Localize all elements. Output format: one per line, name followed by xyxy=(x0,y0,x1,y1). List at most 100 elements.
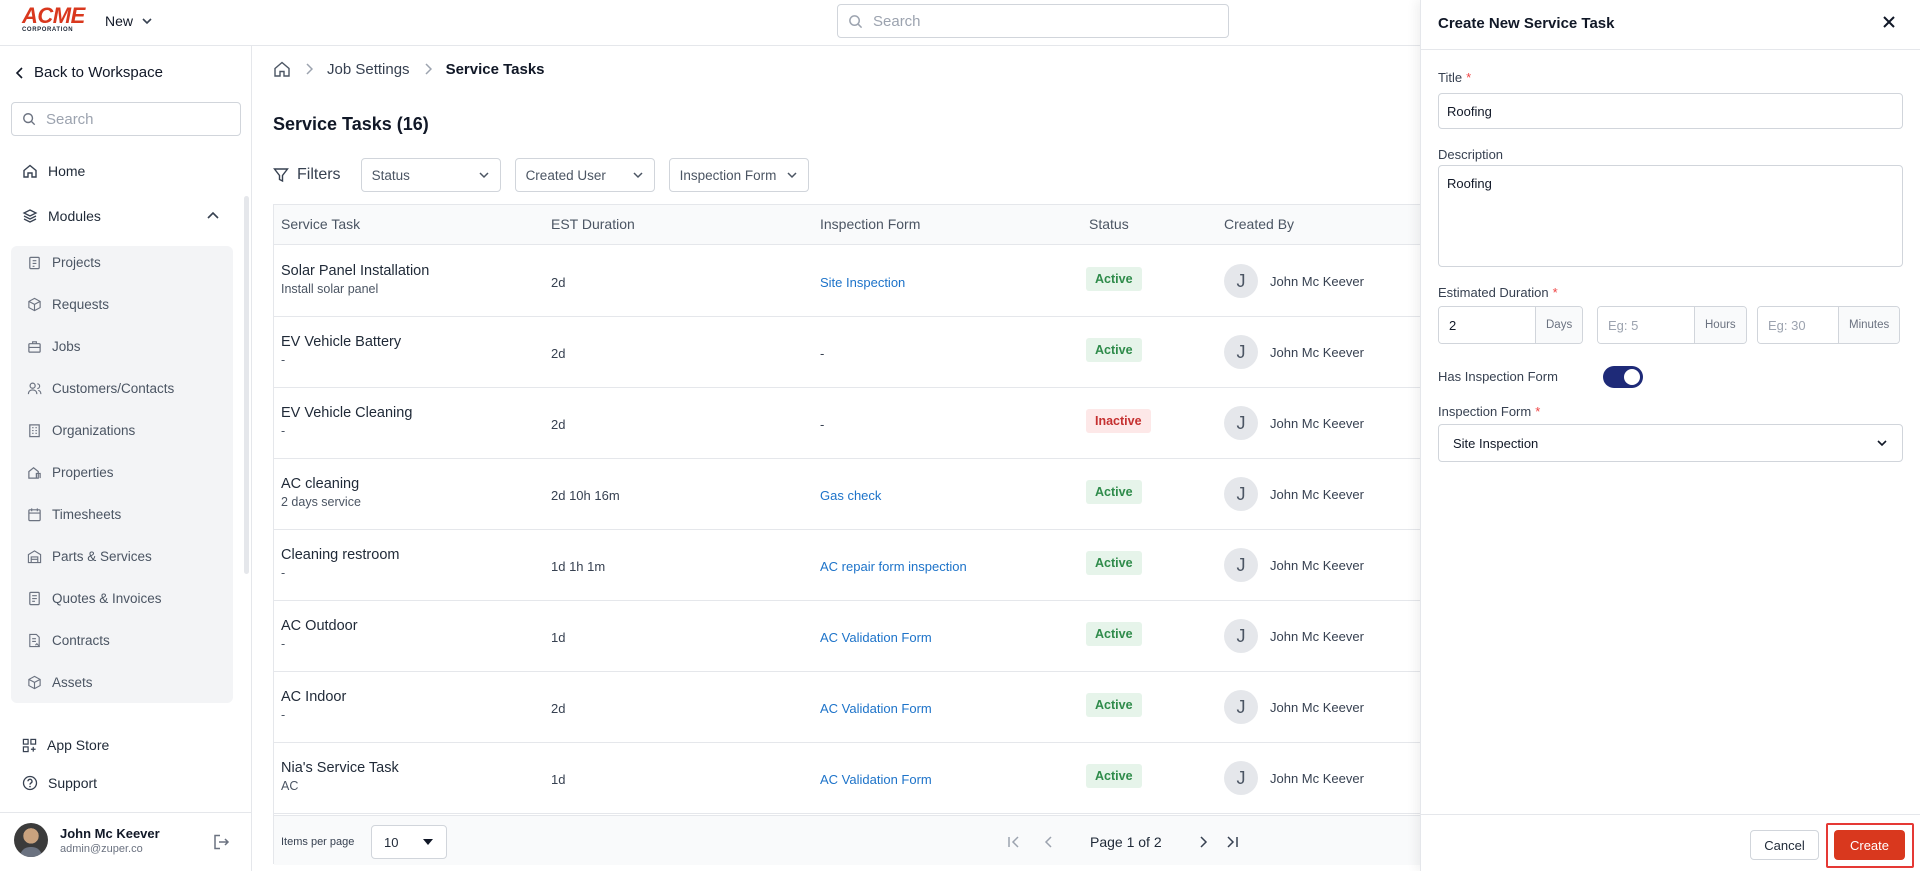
task-name[interactable]: Nia's Service Task xyxy=(281,760,399,776)
task-cell: Nia's Service Task AC xyxy=(281,760,399,793)
inspection-form-cell[interactable]: Site Inspection xyxy=(820,275,905,290)
logout-icon[interactable] xyxy=(212,833,230,851)
task-name[interactable]: EV Vehicle Cleaning xyxy=(281,405,412,421)
task-name[interactable]: EV Vehicle Battery xyxy=(281,334,401,350)
sidebar-item-modules[interactable]: Modules xyxy=(22,208,101,224)
sidebar-search[interactable] xyxy=(11,102,241,136)
inspection-form-cell: - xyxy=(820,417,825,432)
inspection-form-filter[interactable]: Inspection Form xyxy=(668,158,809,192)
acme-logo[interactable]: ACME CORPORATION xyxy=(22,5,86,34)
items-per-page-select[interactable]: 10 xyxy=(371,825,447,859)
first-page-button[interactable] xyxy=(1004,832,1024,852)
created-by-cell: J John Mc Keever xyxy=(1224,477,1364,511)
description-label: Description xyxy=(1438,147,1504,162)
duration-cell: 2d xyxy=(551,346,566,361)
chevron-down-icon xyxy=(1877,440,1887,447)
sidebar-item-timesheets[interactable]: Timesheets xyxy=(27,507,121,522)
sidebar-item-label: Quotes & Invoices xyxy=(52,591,162,606)
table-row[interactable]: Nia's Service Task AC 1d AC Validation Form… xyxy=(274,743,1420,814)
inspection-form-cell[interactable]: Gas check xyxy=(820,488,881,503)
sidebar-item-contracts[interactable]: Contracts xyxy=(27,633,110,648)
cancel-button[interactable]: Cancel xyxy=(1750,830,1819,860)
header-est-duration[interactable]: EST Duration xyxy=(551,216,635,232)
table-row[interactable]: AC cleaning 2 days service 2d 10h 16m Gas c… xyxy=(274,459,1420,530)
has-inspection-form-toggle[interactable] xyxy=(1603,366,1643,388)
creator-name: John Mc Keever xyxy=(1270,486,1364,502)
user-name: John Mc Keever xyxy=(60,826,160,841)
home-icon xyxy=(23,164,37,178)
global-search-input[interactable] xyxy=(873,12,1203,30)
sidebar-item-parts-services[interactable]: Parts & Services xyxy=(27,549,152,564)
sidebar-item-organizations[interactable]: Organizations xyxy=(27,423,135,438)
sidebar-item-assets[interactable]: Assets xyxy=(27,675,93,690)
sidebar-item-home[interactable]: Home xyxy=(22,163,85,179)
home-icon[interactable] xyxy=(273,60,291,78)
inspection-form-cell[interactable]: AC Validation Form xyxy=(820,701,932,716)
task-cell: AC cleaning 2 days service xyxy=(281,476,361,509)
task-name[interactable]: AC cleaning xyxy=(281,476,361,492)
avatar[interactable] xyxy=(14,823,48,857)
header-status[interactable]: Status xyxy=(1089,216,1129,232)
created-by-cell: J John Mc Keever xyxy=(1224,548,1364,582)
created-user-filter[interactable]: Created User xyxy=(514,158,655,192)
duration-hours-input[interactable] xyxy=(1598,307,1694,343)
status-filter[interactable]: Status xyxy=(360,158,501,192)
sidebar-scrollbar[interactable] xyxy=(244,196,249,574)
prev-page-button[interactable] xyxy=(1038,832,1058,852)
title-input[interactable] xyxy=(1438,93,1903,129)
table-row[interactable]: EV Vehicle Cleaning - 2d - Inactive J John Mc … xyxy=(274,388,1420,459)
next-page-button[interactable] xyxy=(1194,832,1214,852)
duration-days-input[interactable] xyxy=(1439,307,1535,343)
inspection-form-value: Site Inspection xyxy=(1453,435,1539,451)
sidebar-item-jobs[interactable]: Jobs xyxy=(27,339,81,354)
created-by-cell: J John Mc Keever xyxy=(1224,619,1364,653)
global-search[interactable] xyxy=(837,4,1229,38)
task-description: 2 days service xyxy=(281,495,361,509)
task-name[interactable]: Cleaning restroom xyxy=(281,547,399,563)
last-page-icon xyxy=(1227,836,1238,848)
sidebar-item-customers-contacts[interactable]: Customers/Contacts xyxy=(27,381,174,396)
sidebar-item-quotes-invoices[interactable]: Quotes & Invoices xyxy=(27,591,162,606)
duration-minutes-input[interactable] xyxy=(1758,307,1838,343)
new-dropdown-button[interactable]: New xyxy=(105,13,153,29)
sidebar-item-properties[interactable]: Properties xyxy=(27,465,114,480)
sidebar-item-projects[interactable]: Projects xyxy=(27,255,101,270)
inspection-form-select[interactable]: Site Inspection xyxy=(1438,424,1903,462)
header-created-by[interactable]: Created By xyxy=(1224,216,1294,232)
table-row[interactable]: EV Vehicle Battery - 2d - Active J John Mc Kee… xyxy=(274,317,1420,388)
avatar: J xyxy=(1224,619,1258,653)
breadcrumb-job-settings[interactable]: Job Settings xyxy=(327,61,410,78)
inspection-form-cell[interactable]: AC repair form inspection xyxy=(820,559,967,574)
sidebar-item-requests[interactable]: Requests xyxy=(27,297,109,312)
creator-name: John Mc Keever xyxy=(1270,344,1364,360)
close-icon[interactable] xyxy=(1881,14,1897,30)
task-description: Install solar panel xyxy=(281,282,379,296)
task-name[interactable]: Solar Panel Installation xyxy=(281,263,429,279)
creator-name: John Mc Keever xyxy=(1270,770,1364,786)
items-per-page-value: 10 xyxy=(384,834,399,850)
sidebar-search-input[interactable] xyxy=(46,110,226,128)
chevron-up-icon[interactable] xyxy=(206,210,220,220)
sidebar-item-support[interactable]: Support xyxy=(22,775,97,791)
table-row[interactable]: AC Indoor - 2d AC Validation Form Active J Joh… xyxy=(274,672,1420,743)
sidebar-item-app-store[interactable]: App Store xyxy=(22,737,109,753)
duration-cell: 1d xyxy=(551,630,566,645)
inspection-form-cell[interactable]: AC Validation Form xyxy=(820,772,932,787)
table-row[interactable]: AC Outdoor - 1d AC Validation Form Active J Jo… xyxy=(274,601,1420,672)
status-cell: Active xyxy=(1086,622,1142,646)
page-info: Page 1 of 2 xyxy=(1090,834,1162,850)
task-name[interactable]: AC Outdoor xyxy=(281,618,358,634)
last-page-button[interactable] xyxy=(1222,832,1242,852)
duration-label-text: Estimated Duration xyxy=(1438,285,1549,300)
property-icon xyxy=(28,467,41,479)
inspection-form-cell[interactable]: AC Validation Form xyxy=(820,630,932,645)
back-to-workspace-link[interactable]: Back to Workspace xyxy=(15,64,163,81)
table-row[interactable]: Cleaning restroom - 1d 1h 1m AC repair form… xyxy=(274,530,1420,601)
table-row[interactable]: Solar Panel Installation Install solar pa… xyxy=(274,246,1420,317)
header-service-task[interactable]: Service Task xyxy=(281,216,360,232)
create-button[interactable]: Create xyxy=(1834,830,1905,860)
description-textarea[interactable]: Roofing xyxy=(1438,165,1903,267)
header-inspection-form[interactable]: Inspection Form xyxy=(820,216,920,232)
task-name[interactable]: AC Indoor xyxy=(281,689,346,705)
duration-cell: 2d xyxy=(551,275,566,290)
